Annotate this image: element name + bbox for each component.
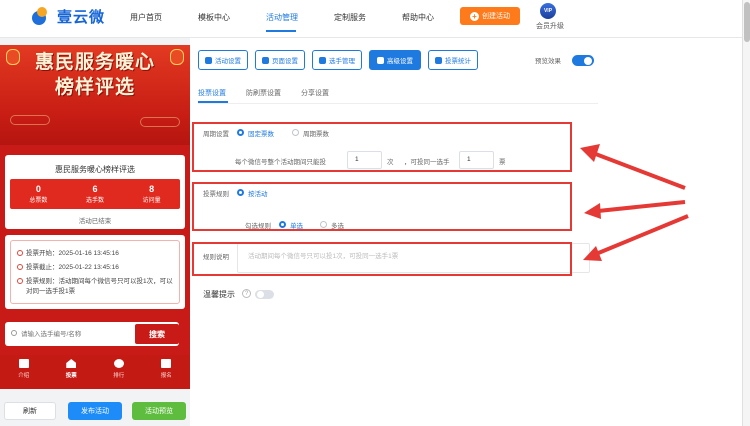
create-activity-button[interactable]: + 创建活动 [460, 7, 520, 25]
intro-icon [18, 359, 29, 368]
settings-panel: 活动设置 页面设置 选手管理 高级设置 投票统计 预览效果 投票设置 防刷票设置… [190, 38, 742, 426]
stat-value: 0 [35, 184, 41, 194]
highlight-box [192, 122, 572, 172]
vip-badge-icon: VIP [540, 3, 556, 19]
activity-preview-button[interactable]: 活动预览 [132, 402, 186, 420]
toggle-knob [584, 56, 592, 65]
cloud-decoration [10, 115, 50, 125]
stat-value: 8 [149, 184, 155, 194]
info-start-text: 投票开始：2025-01-16 13:45:16 [26, 250, 119, 257]
preview-effect-toggle[interactable] [572, 55, 594, 66]
tab-label: 投票 [65, 373, 77, 379]
gear-icon [262, 56, 269, 64]
highlight-box [192, 242, 572, 276]
banner-title: 惠民服务暖心 榜样评选 [0, 50, 190, 100]
app-root: 壹云微 用户首页 模板中心 活动管理 定制服务 帮助中心 + 创建活动 VIP … [0, 0, 750, 426]
activity-status: 活动已结束 [78, 218, 112, 225]
tab-label: 排行 [113, 373, 125, 379]
info-rule-text: 投票规则：活动期间每个微信号只可以投1次，可以对同一选手投1票 [26, 278, 173, 295]
banner-title-line1: 惠民服务暖心 [34, 52, 155, 73]
stat-contestants: 6 选手数 [67, 179, 124, 209]
nav-templates[interactable]: 模板中心 [198, 12, 230, 23]
search-input[interactable] [8, 324, 133, 344]
vip-upgrade[interactable]: VIP 会员升级 [536, 3, 564, 31]
info-end-text: 投票截止：2025-01-22 13:45:16 [26, 264, 119, 271]
tab-signup[interactable]: 报名 [143, 355, 191, 389]
settings-icon [205, 56, 212, 64]
logo-text: 壹云微 [57, 9, 106, 26]
banner-title-line2: 榜样评选 [54, 77, 135, 98]
subtab-share-settings[interactable]: 分享设置 [301, 88, 329, 98]
bar-chart-icon [435, 56, 442, 64]
tool-label: 页面设置 [272, 58, 298, 65]
subtab-anti-fraud[interactable]: 防刷票设置 [246, 88, 281, 98]
info-start: 投票开始：2025-01-16 13:45:16 [17, 249, 176, 259]
clock-icon [17, 264, 23, 270]
nav-active-indicator [266, 30, 296, 32]
stats-bar: 0 总票数 6 选手数 8 访问量 [10, 179, 180, 209]
nav-activity-management[interactable]: 活动管理 [266, 12, 298, 23]
sliders-icon [377, 56, 384, 64]
nav-custom-service[interactable]: 定制服务 [334, 12, 366, 23]
search-button[interactable]: 搜索 [135, 324, 179, 344]
mobile-preview: 惠民服务暖心 榜样评选 惠民服务暖心榜样评选 0 总票数 6 选手数 8 访问量 [0, 45, 190, 389]
top-nav: 壹云微 用户首页 模板中心 活动管理 定制服务 帮助中心 + 创建活动 VIP … [0, 0, 742, 38]
toggle-knob [256, 291, 264, 298]
tab-intro[interactable]: 介绍 [0, 355, 48, 389]
stat-label: 访问量 [142, 198, 161, 204]
info-box: 投票开始：2025-01-16 13:45:16 投票截止：2025-01-22… [10, 240, 180, 304]
ranking-icon [113, 359, 124, 368]
clock-icon [17, 250, 23, 256]
tool-label: 选手管理 [329, 58, 355, 65]
tab-ranking[interactable]: 排行 [95, 355, 143, 389]
tool-page-settings[interactable]: 页面设置 [255, 50, 305, 70]
tool-activity-settings[interactable]: 活动设置 [198, 50, 248, 70]
page-scrollbar[interactable] [742, 0, 750, 426]
home-icon [66, 359, 77, 368]
highlight-box [192, 182, 572, 231]
create-activity-label: 创建活动 [482, 13, 510, 20]
refresh-button[interactable]: 刷新 [4, 402, 56, 420]
tool-label: 活动设置 [215, 58, 241, 65]
stat-label: 选手数 [86, 198, 105, 204]
subtab-vote-settings[interactable]: 投票设置 [198, 88, 226, 98]
info-card: 投票开始：2025-01-16 13:45:16 投票截止：2025-01-22… [5, 235, 185, 309]
tab-label: 报名 [160, 373, 172, 379]
activity-title: 惠民服务暖心榜样评选 [55, 165, 135, 174]
tip-label: 温馨提示 [203, 290, 235, 299]
stat-label: 总票数 [29, 198, 48, 204]
tool-advanced-settings[interactable]: 高级设置 [369, 50, 421, 70]
stat-value: 6 [92, 184, 98, 194]
activity-card: 惠民服务暖心榜样评选 0 总票数 6 选手数 8 访问量 活动已结束 [5, 155, 185, 229]
info-rule: 投票规则：活动期间每个微信号只可以投1次，可以对同一选手投1票 [17, 277, 176, 297]
help-icon[interactable]: ? [242, 289, 251, 298]
tool-label: 高级设置 [387, 58, 413, 65]
tool-vote-statistics[interactable]: 投票统计 [428, 50, 478, 70]
signup-icon [161, 359, 172, 368]
vip-label: 会员升级 [536, 23, 564, 30]
brand-logo[interactable]: 壹云微 [32, 6, 105, 27]
tool-contestant-management[interactable]: 选手管理 [312, 50, 362, 70]
cloud-decoration [140, 117, 180, 127]
users-icon [319, 56, 326, 64]
info-end: 投票截止：2025-01-22 13:45:16 [17, 263, 176, 273]
stat-total-votes: 0 总票数 [10, 179, 67, 209]
tab-label: 介绍 [18, 373, 30, 379]
preview-tabbar: 介绍 投票 排行 报名 [0, 355, 190, 389]
tab-vote[interactable]: 投票 [48, 355, 96, 389]
plus-icon: + [470, 11, 479, 21]
contestant-search: 搜索 [5, 322, 179, 346]
nav-home[interactable]: 用户首页 [130, 12, 162, 23]
preview-effect-label: 预览效果 [535, 58, 561, 65]
tip-toggle[interactable] [255, 290, 274, 299]
rule-icon [17, 278, 23, 284]
preview-banner: 惠民服务暖心 榜样评选 [0, 45, 190, 145]
publish-button[interactable]: 发布活动 [68, 402, 122, 420]
nav-help-center[interactable]: 帮助中心 [402, 12, 434, 23]
subtab-divider [198, 103, 598, 104]
tool-label: 投票统计 [445, 58, 471, 65]
logo-icon [32, 6, 54, 27]
scroll-thumb[interactable] [744, 2, 750, 42]
stat-visits: 8 访问量 [123, 179, 180, 209]
